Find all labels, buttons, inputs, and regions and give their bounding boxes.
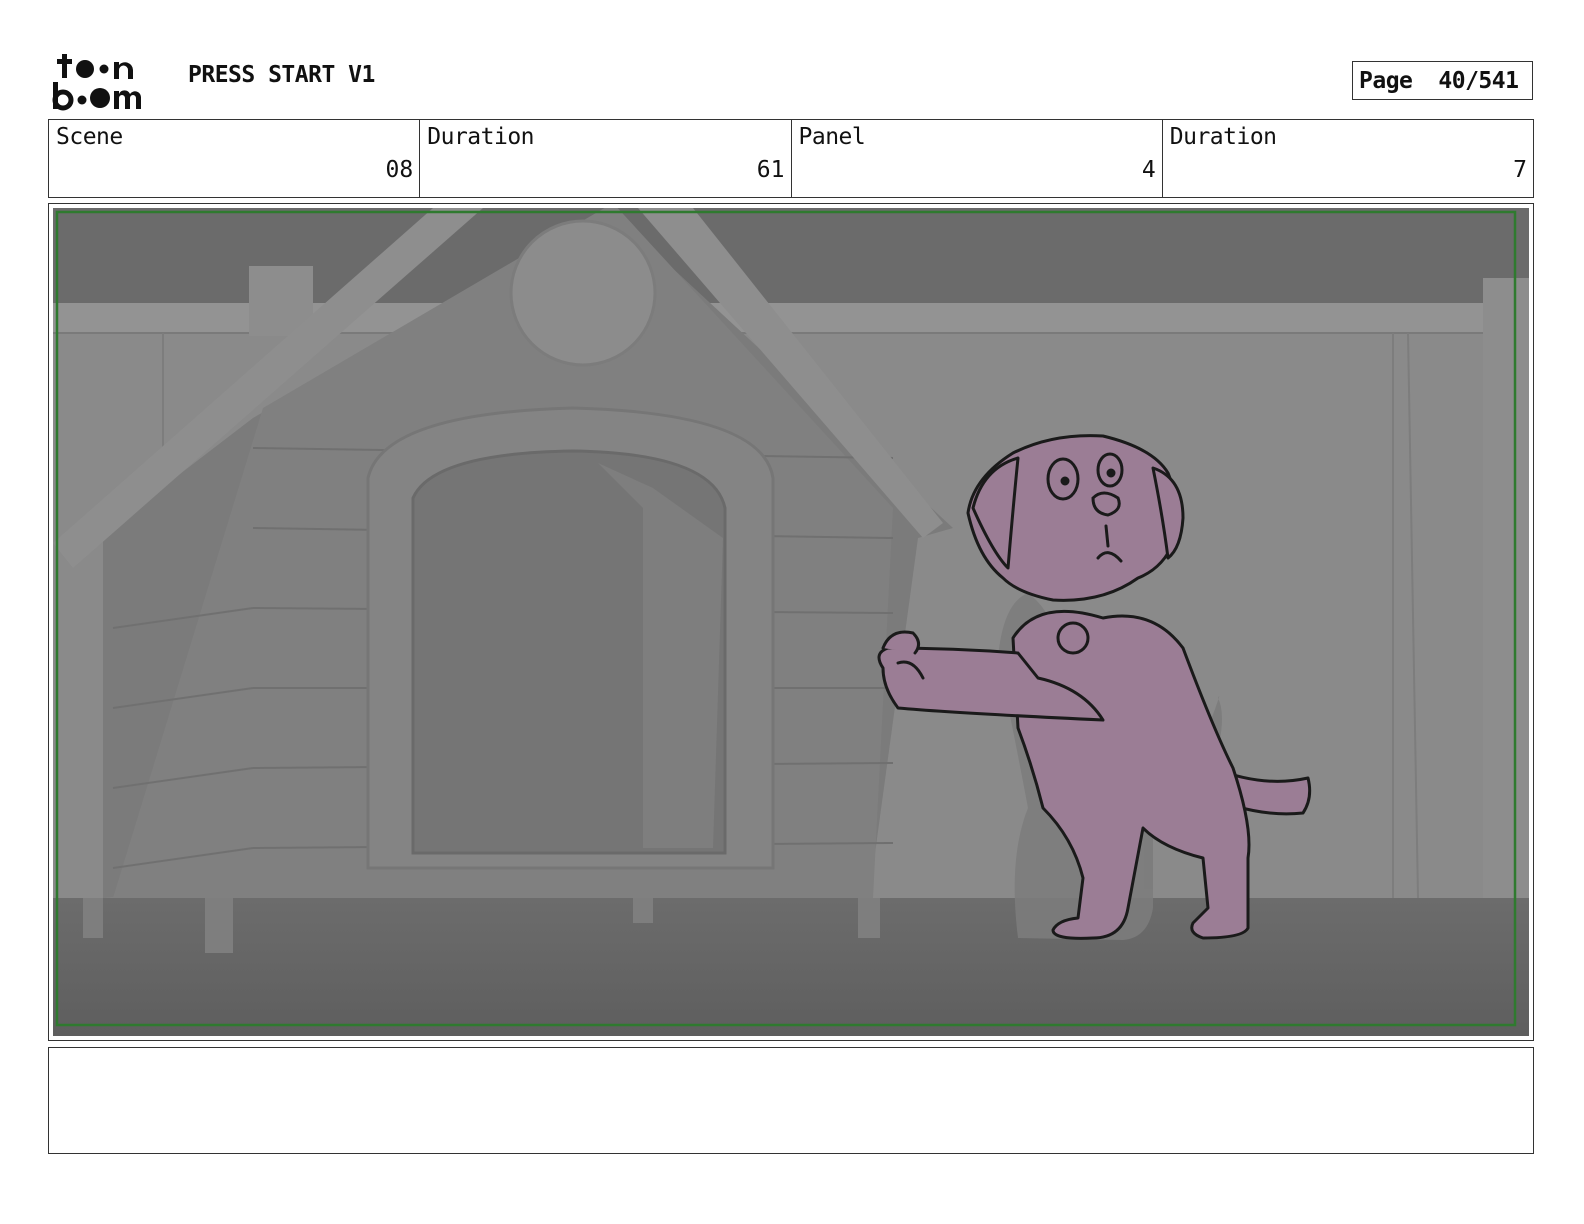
page-number: 40/541 xyxy=(1438,67,1519,94)
panel-duration-value: 7 xyxy=(1513,157,1527,183)
toon-boom-logo xyxy=(52,54,141,111)
panel-label: Panel xyxy=(798,124,866,150)
scene-cell: Scene 08 xyxy=(49,120,421,197)
panel-value: 4 xyxy=(1141,157,1156,183)
panel-duration-label: Duration xyxy=(1169,124,1277,150)
project-title: PRESS START V1 xyxy=(188,62,375,88)
page-label: Page xyxy=(1359,67,1413,94)
scene-duration-cell: Duration 61 xyxy=(420,120,792,197)
scene-label: Scene xyxy=(56,124,123,150)
scene-value: 08 xyxy=(385,157,414,183)
floor xyxy=(53,898,1529,1036)
storyboard-panel-frame xyxy=(48,203,1534,1041)
panel-info-bar: Scene 08 Duration 61 Panel 4 Duration 7 xyxy=(48,119,1534,198)
storyboard-image xyxy=(53,208,1529,1036)
scene-duration-value: 61 xyxy=(756,157,785,183)
panel-notes-area[interactable] xyxy=(48,1047,1534,1154)
scene-duration-label: Duration xyxy=(427,124,535,150)
panel-duration-cell: Duration 7 xyxy=(1163,120,1533,197)
page-indicator: Page 40/541 xyxy=(1352,61,1533,100)
panel-cell: Panel 4 xyxy=(792,120,1163,197)
